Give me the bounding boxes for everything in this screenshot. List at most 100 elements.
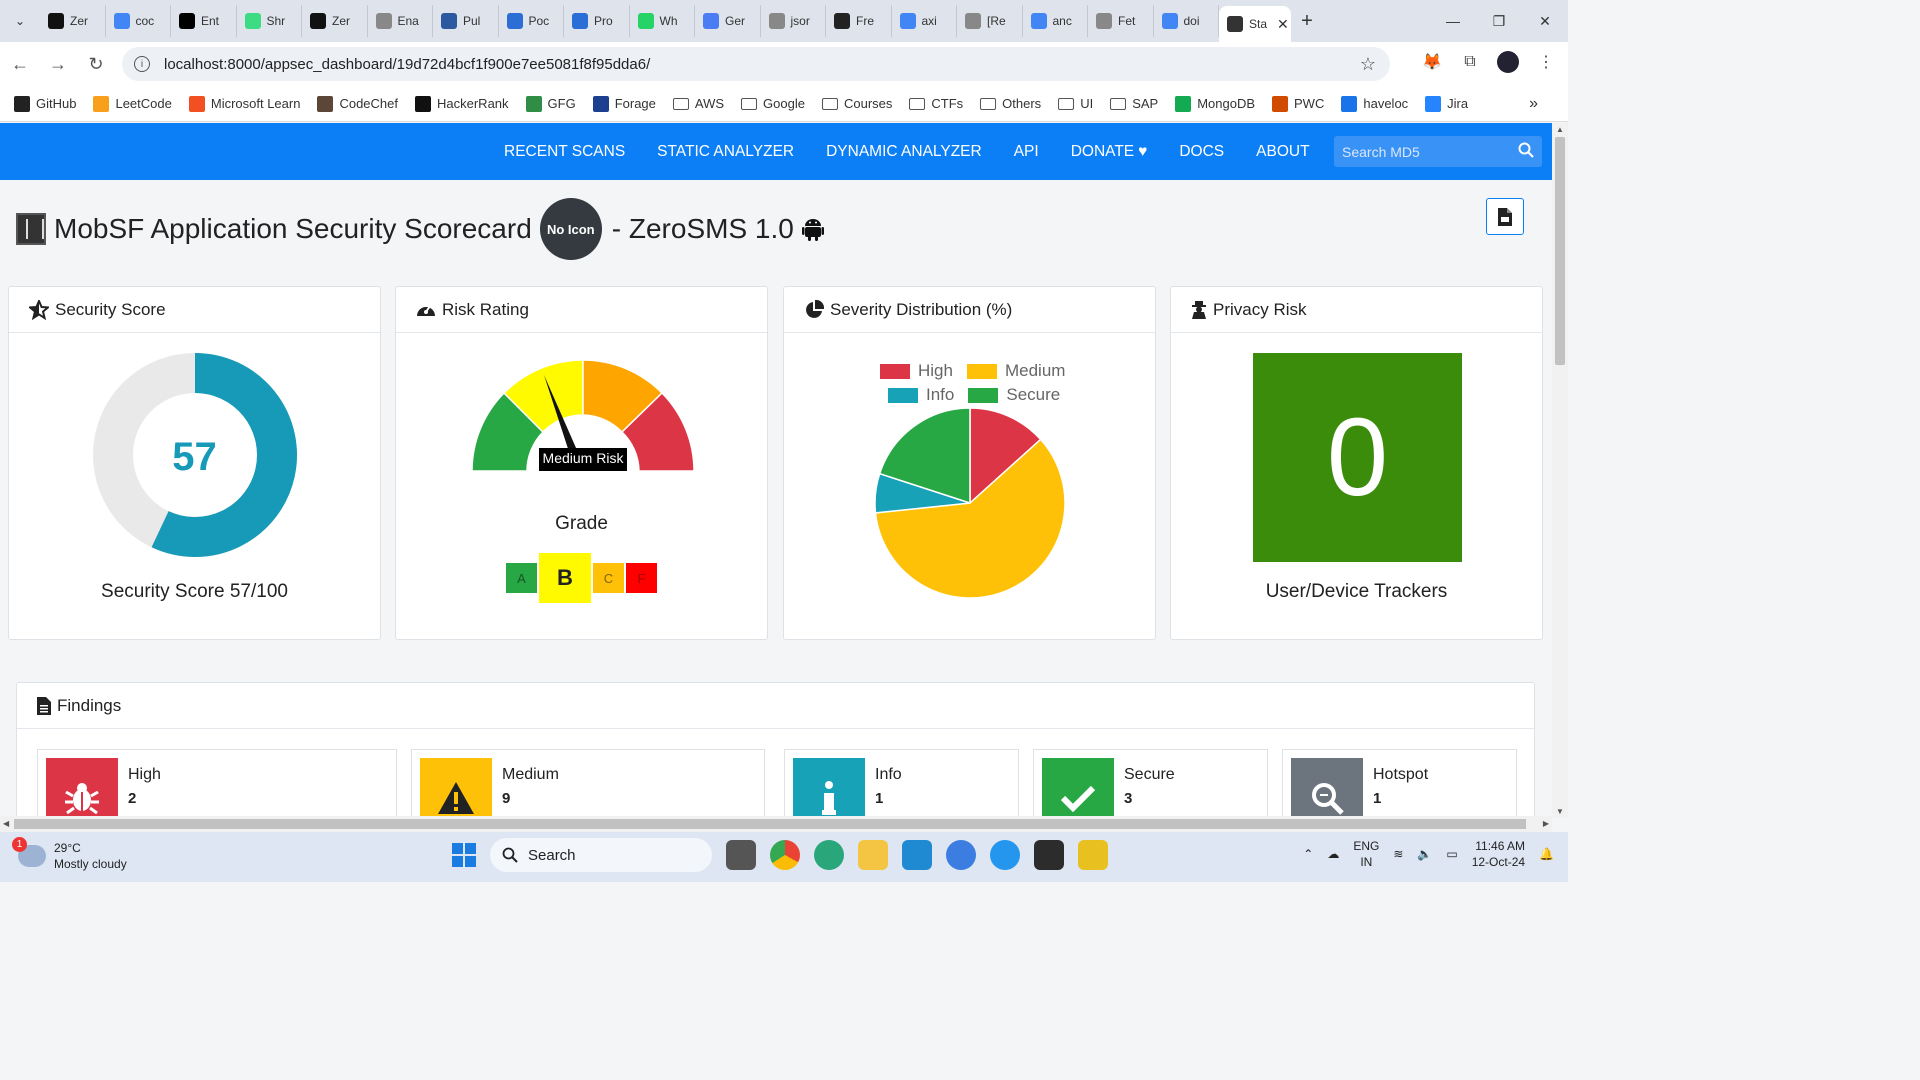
bookmark-google[interactable]: Google [741,96,805,111]
back-button[interactable]: ← [2,46,38,82]
finding-hotspot[interactable]: Hotspot 1 [1282,749,1517,818]
bookmark-gfg[interactable]: GFG [525,95,576,112]
forward-button[interactable]: → [40,46,76,82]
nav-docs[interactable]: DOCS [1179,143,1224,161]
scroll-right-arrow[interactable]: ▶ [1543,819,1549,828]
nav-dynamic-analyzer[interactable]: DYNAMIC ANALYZER [826,143,982,161]
md5-search-box[interactable] [1334,136,1542,167]
terminal-icon[interactable] [1034,840,1064,870]
browser-tab[interactable]: Fet [1088,5,1154,37]
task-view-icon[interactable] [726,840,756,870]
bookmark-star-icon[interactable]: ☆ [1360,54,1376,75]
clock[interactable]: 11:46 AM 12-Oct-24 [1472,838,1525,870]
chrome-icon[interactable] [770,840,800,870]
show-hidden-icons-icon[interactable]: ⌃ [1303,847,1313,861]
new-tab-button[interactable]: + [1291,10,1323,33]
browser-tab[interactable]: Shr [237,5,302,37]
minimize-button[interactable]: — [1430,0,1476,42]
bookmark-ui[interactable]: UI [1058,96,1093,111]
bookmark-microsoft-learn[interactable]: Microsoft Learn [188,95,300,112]
notifications-bell-icon[interactable]: 🔔 [1539,847,1554,861]
bookmark-codechef[interactable]: CodeChef [317,95,398,112]
download-pdf-button[interactable] [1486,198,1524,235]
onedrive-icon[interactable]: ☁ [1327,847,1339,861]
tab-search-button[interactable]: ⌄ [0,0,40,42]
active-tab[interactable]: Sta ✕ [1219,6,1291,42]
reload-button[interactable]: ↻ [78,46,114,82]
browser-tab[interactable]: anc [1023,5,1088,37]
battery-icon[interactable]: ▭ [1446,847,1457,861]
bookmark-sap[interactable]: SAP [1110,96,1158,111]
bookmark-aws[interactable]: AWS [672,96,724,111]
language-indicator[interactable]: ENG IN [1353,838,1379,870]
horizontal-scrollbar[interactable]: ◀ ▶ [0,816,1552,832]
browser-tab[interactable]: jsor [761,5,826,37]
taskbar-search[interactable]: Search [490,838,712,872]
horizontal-scroll-thumb[interactable] [14,819,1526,829]
scroll-left-arrow[interactable]: ◀ [3,819,9,828]
bookmark-pwc[interactable]: PWC [1272,95,1324,112]
nav-recent-scans[interactable]: RECENT SCANS [504,143,625,161]
nav-api[interactable]: API [1014,143,1039,161]
profile-avatar[interactable] [1496,50,1520,74]
windows-start-icon[interactable] [452,843,476,867]
bookmark-ctfs[interactable]: CTFs [909,96,963,111]
nav-donate[interactable]: DONATE ♥ [1071,143,1148,161]
browser-tab[interactable]: Pro [564,5,630,37]
browser-tab[interactable]: axi [892,5,957,37]
browser-tab[interactable]: Wh [630,5,695,37]
file-explorer-icon[interactable] [858,840,888,870]
docker-icon[interactable] [990,840,1020,870]
browser-tab[interactable]: Pul [433,5,499,37]
url-text[interactable]: localhost:8000/appsec_dashboard/19d72d4b… [164,56,650,73]
bookmark-others[interactable]: Others [980,96,1041,111]
browser-tab[interactable]: doi [1154,5,1219,37]
url-bar[interactable]: i localhost:8000/appsec_dashboard/19d72d… [122,47,1390,81]
edge-icon[interactable] [814,840,844,870]
restore-button[interactable]: ❐ [1476,0,1522,42]
bookmark-hackerrank[interactable]: HackerRank [415,95,509,112]
scroll-down-arrow[interactable]: ▼ [1556,807,1564,816]
nav-static-analyzer[interactable]: STATIC ANALYZER [657,143,794,161]
app-launcher-icon[interactable] [1078,840,1108,870]
search-icon[interactable] [1518,142,1534,158]
nav-about[interactable]: ABOUT [1256,143,1309,161]
wifi-icon[interactable]: ≋ [1393,847,1403,861]
bookmark-leetcode[interactable]: LeetCode [93,95,172,112]
bookmark-courses[interactable]: Courses [821,96,892,111]
finding-info[interactable]: Info 1 [784,749,1019,818]
site-info-icon[interactable]: i [134,56,150,72]
close-window-button[interactable]: ✕ [1522,0,1568,42]
browser-tab[interactable]: Poc [499,5,564,37]
browser-menu-icon[interactable]: ⋮ [1534,50,1558,74]
more-bookmarks-icon[interactable]: » [1529,95,1538,113]
finding-high[interactable]: High 2 [37,749,397,818]
browser-tab[interactable]: Ger [695,5,761,37]
vscode-icon[interactable] [902,840,932,870]
bookmark-forage[interactable]: Forage [592,95,656,112]
browser-tab[interactable]: Zer [40,5,106,37]
weather-widget[interactable]: 1 29°C Mostly cloudy [12,837,127,872]
tab-title: Pul [463,14,481,28]
vertical-scrollbar[interactable]: ▲ ▼ [1552,123,1568,818]
extensions-puzzle-icon[interactable]: ⧉ [1458,50,1482,74]
finding-medium[interactable]: Medium 9 [411,749,765,818]
bookmark-github[interactable]: GitHub [14,95,76,112]
bookmark-jira[interactable]: Jira [1425,95,1468,112]
browser-tab[interactable]: coc [106,5,171,37]
md5-search-input[interactable] [1342,143,1512,160]
android-studio-icon[interactable] [946,840,976,870]
volume-icon[interactable]: 🔈 [1417,847,1432,861]
bookmark-mongodb[interactable]: MongoDB [1175,95,1255,112]
browser-tab[interactable]: [Re [957,5,1023,37]
browser-tab[interactable]: Ena [368,5,433,37]
browser-tab[interactable]: Zer [302,5,368,37]
metamask-icon[interactable]: 🦊 [1420,50,1444,74]
bookmark-haveloc[interactable]: haveloc [1341,95,1408,112]
browser-tab[interactable]: Ent [171,5,237,37]
scroll-up-arrow[interactable]: ▲ [1556,125,1564,134]
close-tab-icon[interactable]: ✕ [1277,16,1289,33]
finding-secure[interactable]: Secure 3 [1033,749,1268,818]
vertical-scroll-thumb[interactable] [1555,137,1565,365]
browser-tab[interactable]: Fre [826,5,892,37]
